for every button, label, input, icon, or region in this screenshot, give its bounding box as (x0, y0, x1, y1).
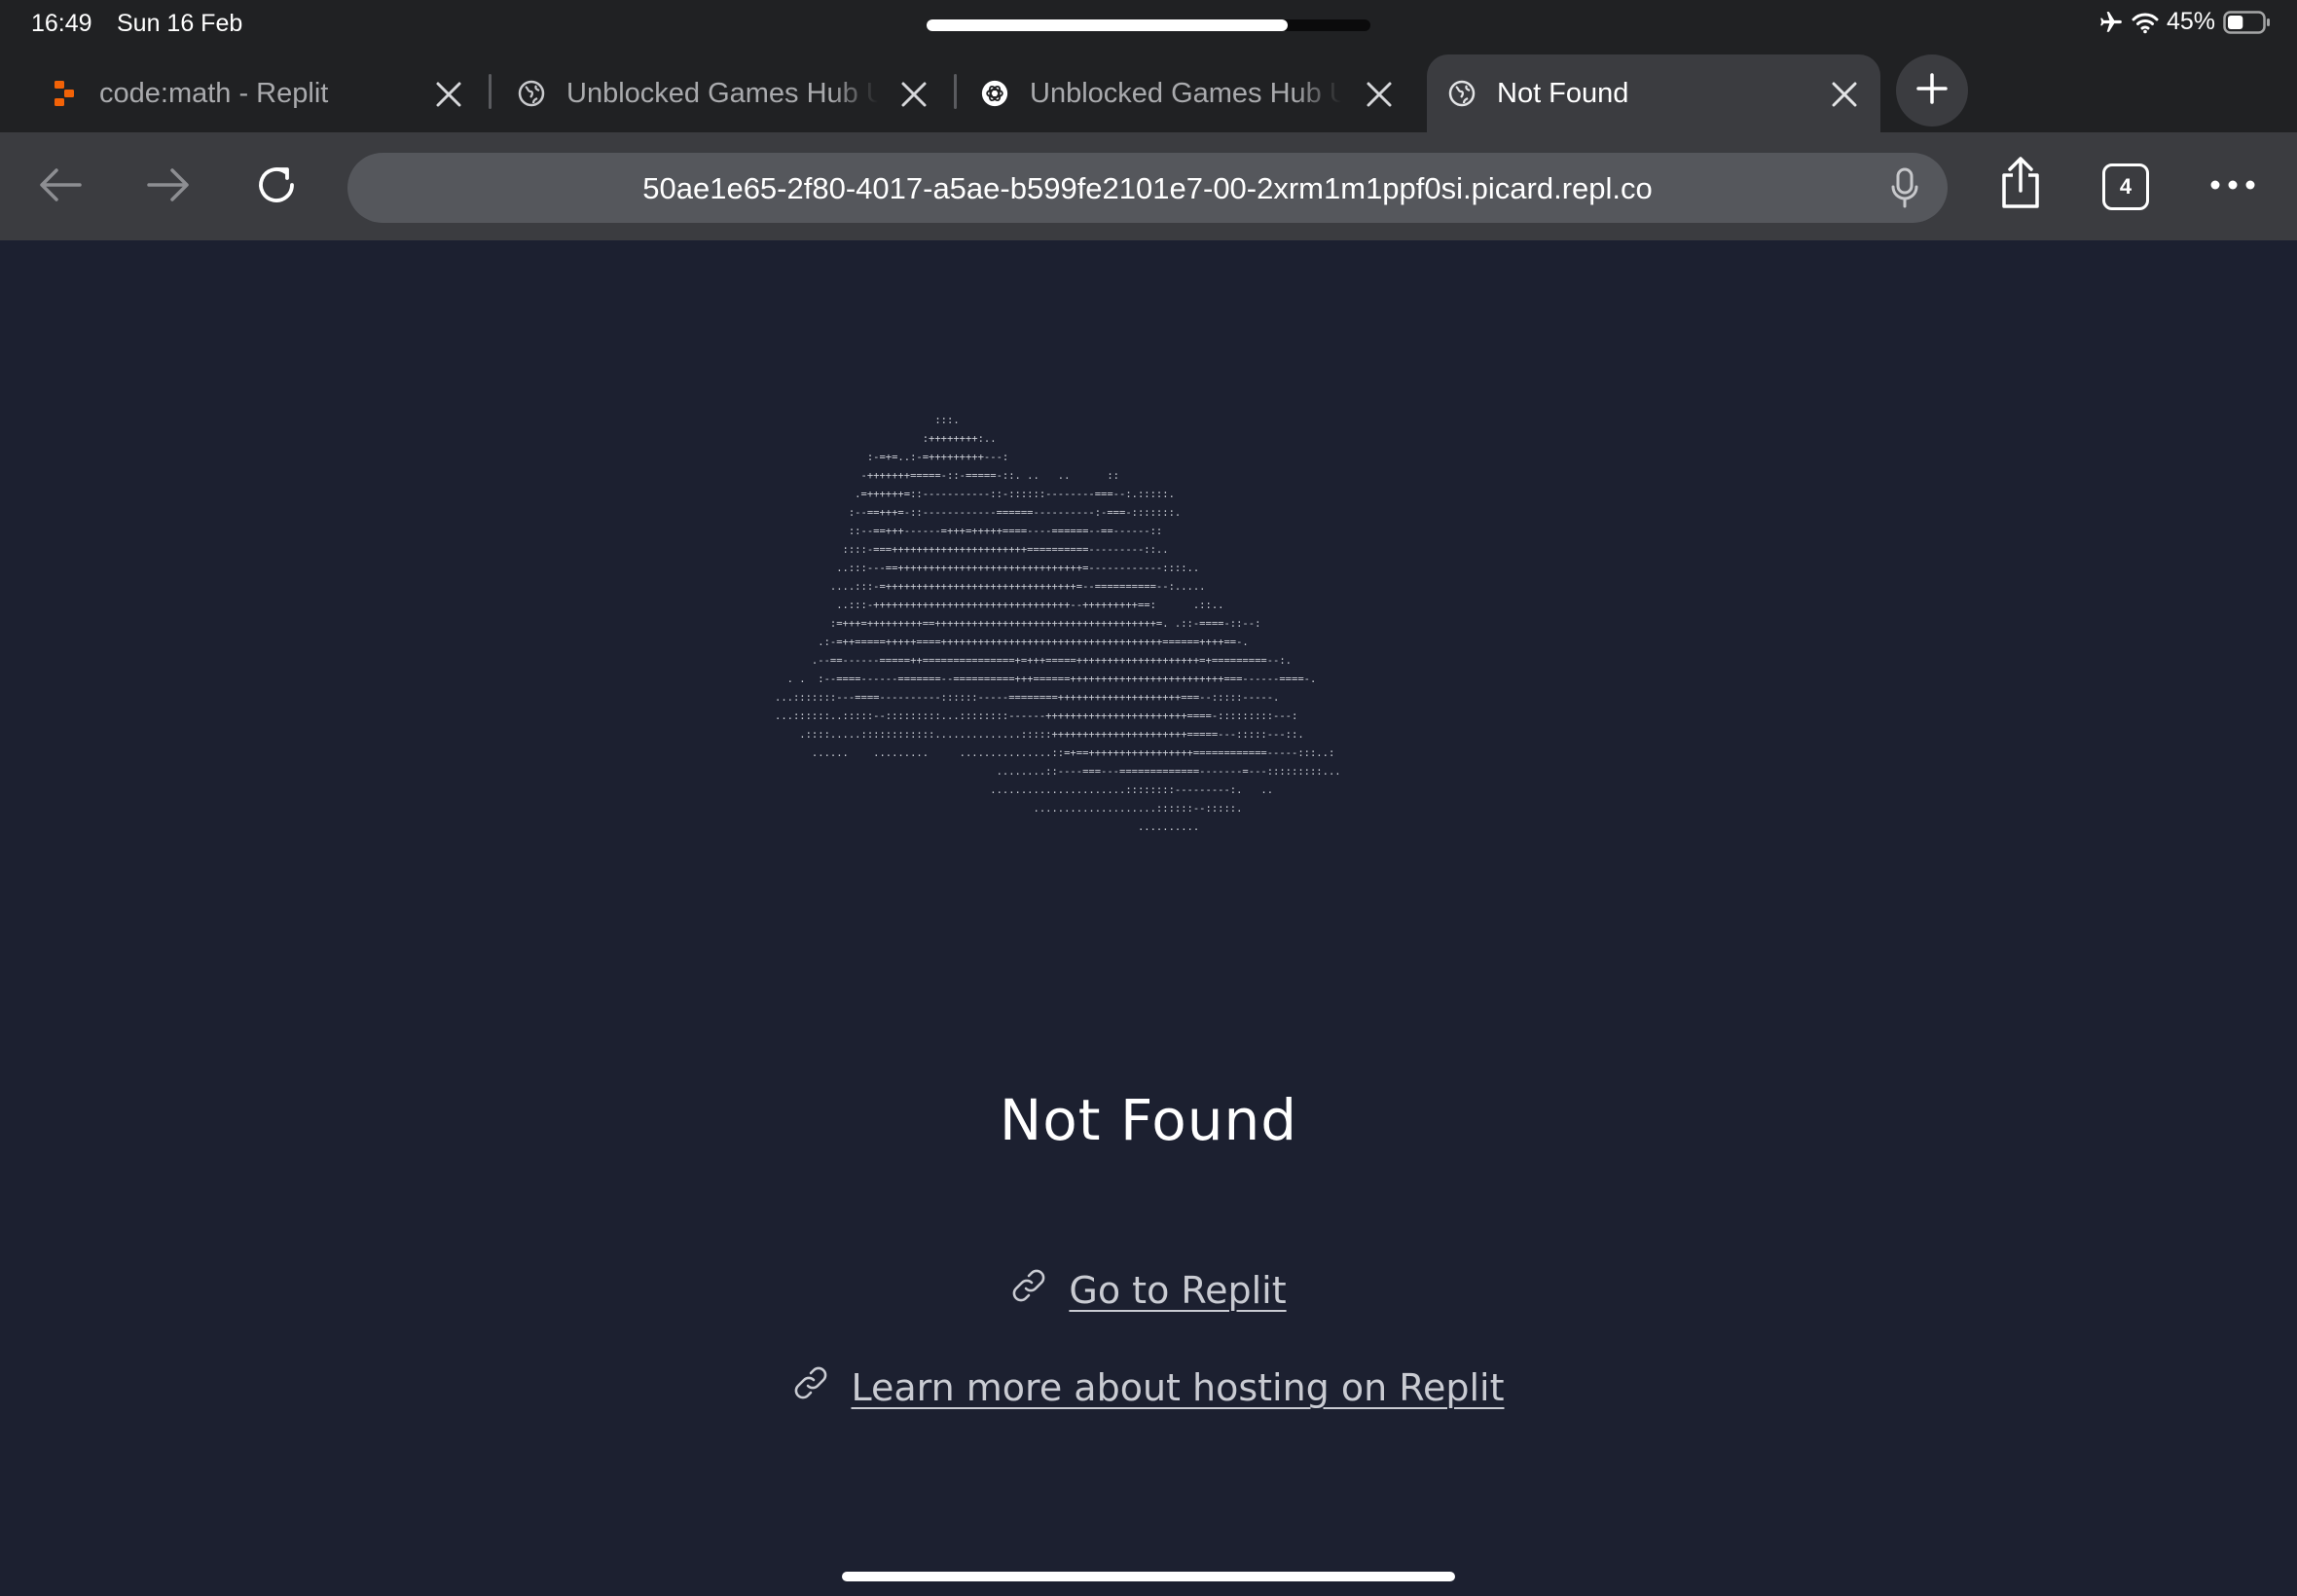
browser-chrome: 16:49 Sun 16 Feb 45% code:math - Replit (0, 0, 2297, 240)
ascii-art-cloud: :::. :++++++++:.. :-=+=..:-=+++++++++---… (775, 415, 1341, 833)
address-bar[interactable]: 50ae1e65-2f80-4017-a5ae-b599fe2101e7-00-… (347, 153, 1948, 223)
back-arrow-icon (37, 165, 84, 209)
tab-unblocked-games-hub-1[interactable]: Unblocked Games Hub Unblocked (496, 54, 950, 132)
more-button[interactable] (2206, 160, 2260, 214)
back-button[interactable] (33, 160, 88, 214)
page-title: Not Found (999, 1087, 1298, 1153)
status-bar: 16:49 Sun 16 Feb 45% (0, 0, 2297, 49)
close-tab-icon[interactable] (432, 78, 465, 111)
reload-icon (253, 162, 300, 213)
tab-code-math-replit[interactable]: code:math - Replit (18, 54, 485, 132)
link-label[interactable]: Learn more about hosting on Replit (851, 1366, 1504, 1409)
tab-title: Unblocked Games Hub Unblocked (1030, 77, 1341, 109)
tabs-icon[interactable]: 4 (2102, 163, 2149, 210)
globe-icon (1448, 80, 1476, 107)
globe-icon (518, 80, 545, 107)
tab-not-found[interactable]: Not Found (1427, 54, 1880, 132)
openai-logo-icon (981, 80, 1008, 107)
home-indicator[interactable] (842, 1572, 1455, 1581)
new-tab-button[interactable] (1896, 54, 1968, 127)
tab-separator (954, 74, 957, 109)
link-icon (1010, 1267, 1047, 1314)
url-text[interactable]: 50ae1e65-2f80-4017-a5ae-b599fe2101e7-00-… (347, 171, 1948, 206)
tab-title: code:math - Replit (99, 77, 329, 109)
share-button[interactable] (1993, 156, 2048, 215)
go-to-replit-link[interactable]: Go to Replit (0, 1267, 2297, 1314)
wifi-icon (2132, 11, 2159, 34)
tab-unblocked-games-hub-2[interactable]: Unblocked Games Hub Unblocked (962, 54, 1415, 132)
status-date: Sun 16 Feb (117, 10, 243, 37)
more-icon (2209, 178, 2256, 196)
airplane-mode-icon (2098, 10, 2124, 35)
plus-icon (1915, 72, 1949, 110)
forward-button[interactable] (141, 160, 196, 214)
tab-bar: code:math - Replit Unblocked Games Hub U… (0, 53, 2297, 132)
forward-arrow-icon (145, 165, 192, 209)
close-tab-icon[interactable] (1363, 78, 1396, 111)
close-tab-icon[interactable] (1828, 78, 1861, 111)
browser-toolbar: 50ae1e65-2f80-4017-a5ae-b599fe2101e7-00-… (0, 132, 2297, 240)
microphone-icon[interactable] (1885, 167, 1924, 208)
battery-percent: 45% (2166, 8, 2215, 35)
link-label[interactable]: Go to Replit (1069, 1269, 1286, 1312)
close-tab-icon[interactable] (897, 78, 930, 111)
battery-icon (2223, 10, 2272, 34)
link-icon (792, 1364, 829, 1411)
tab-title: Not Found (1497, 77, 1629, 109)
status-time: 16:49 (31, 10, 92, 37)
share-icon (1998, 156, 2043, 215)
learn-more-hosting-link[interactable]: Learn more about hosting on Replit (0, 1364, 2297, 1411)
multitasking-indicator-fill (927, 19, 1288, 31)
multitasking-indicator[interactable] (927, 19, 1370, 31)
tab-separator (489, 74, 492, 109)
status-icons: 45% (2098, 8, 2272, 36)
tab-title: Unblocked Games Hub Unblocked (566, 77, 878, 109)
reload-button[interactable] (249, 160, 304, 214)
replit-logo-icon (51, 80, 78, 107)
page-content: :::. :++++++++:.. :-=+=..:-=+++++++++---… (0, 240, 2297, 1596)
